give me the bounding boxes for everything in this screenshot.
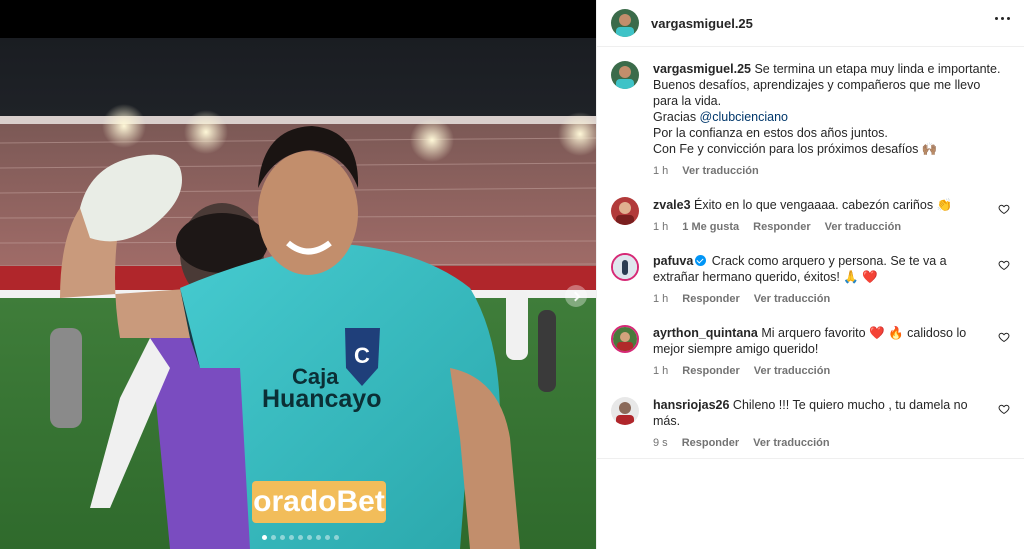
comment-time[interactable]: 1 h [653,221,668,233]
carousel-dot [316,535,321,540]
post-media: C Caja Huancayo oradoBet [0,0,596,549]
caption-username[interactable]: vargasmiguel.25 [653,62,751,76]
like-heart-icon[interactable] [998,331,1010,343]
comment-item: zvale3 Éxito en lo que vengaaaa. cabezón… [611,197,1010,233]
carousel-dot [334,535,339,540]
caption-line-3: Gracias [653,110,700,124]
comments-list: vargasmiguel.25 Se termina un etapa muy … [597,47,1024,449]
author-avatar[interactable] [611,9,639,37]
like-heart-icon[interactable] [998,259,1010,271]
verified-badge-icon [695,255,707,266]
carousel-dots [262,535,339,540]
like-heart-icon[interactable] [998,203,1010,215]
comment-item: hansriojas26 Chileno !!! Te quiero mucho… [611,397,1010,449]
translate-link[interactable]: Ver traducción [754,365,830,377]
actions-divider [597,458,1024,459]
commenter-username[interactable]: pafuva [653,254,693,268]
translate-link[interactable]: Ver traducción [825,221,901,233]
chevron-right-icon [570,291,580,301]
carousel-next-button[interactable] [565,285,587,307]
carousel-dot [298,535,303,540]
commenter-avatar[interactable] [611,325,639,353]
carousel-dot [289,535,294,540]
comment-time[interactable]: 1 h [653,293,668,305]
caption-line-4: Por la confianza en estos dos años junto… [653,126,888,140]
comment-likes[interactable]: 1 Me gusta [682,221,739,233]
svg-text:C: C [354,343,370,368]
comment-text: Éxito en lo que vengaaaa. cabezón cariño… [694,198,953,212]
author-avatar-caption[interactable] [611,61,639,89]
jersey-sponsor: Caja Huancayo [262,366,382,413]
translate-link[interactable]: Ver traducción [754,293,830,305]
carousel-dot [325,535,330,540]
comment-time[interactable]: 9 s [653,437,668,449]
carousel-dot [262,535,267,540]
caption-line-1: Se termina un etapa muy linda e importan… [754,62,1001,76]
reply-button[interactable]: Responder [682,365,739,377]
caption-text: vargasmiguel.25 Se termina un etapa muy … [653,61,1002,157]
comment-item: ayrthon_quintana Mi arquero favorito ❤️ … [611,325,1010,377]
translate-link[interactable]: Ver traducción [753,437,829,449]
post-caption: vargasmiguel.25 Se termina un etapa muy … [611,61,1010,177]
instagram-post-view: C Caja Huancayo oradoBet vargasmiguel.25 [0,0,1024,549]
carousel-dot [271,535,276,540]
caption-time[interactable]: 1 h [653,165,668,177]
post-header: vargasmiguel.25 [597,0,1024,47]
reply-button[interactable]: Responder [753,221,810,233]
post-side-panel: vargasmiguel.25 vargasmiguel.25 Se termi… [596,0,1024,549]
caption-line-2: Buenos desafíos, aprendizajes y compañer… [653,78,981,108]
commenter-username[interactable]: zvale3 [653,198,691,212]
carousel-dot [280,535,285,540]
commenter-avatar[interactable] [611,397,639,425]
carousel-dot [307,535,312,540]
commenter-username[interactable]: ayrthon_quintana [653,326,758,340]
jersey-bet-sponsor: oradoBet [252,481,386,523]
comment-time[interactable]: 1 h [653,365,668,377]
author-username[interactable]: vargasmiguel.25 [651,16,753,31]
caption-mention-link[interactable]: @clubcienciano [700,110,788,124]
caption-meta: 1 h Ver traducción [653,165,1002,177]
post-photo[interactable]: C Caja Huancayo oradoBet [0,38,596,549]
more-options-icon[interactable] [995,17,1010,20]
caption-translate-link[interactable]: Ver traducción [682,165,758,177]
commenter-username[interactable]: hansriojas26 [653,398,729,412]
reply-button[interactable]: Responder [682,293,739,305]
comment-item: pafuva Crack como arquero y persona. Se … [611,253,1010,305]
jersey-bet-text: oradoBet [253,485,385,518]
caption-line-5: Con Fe y convicción para los próximos de… [653,142,938,156]
commenter-avatar[interactable] [611,253,639,281]
like-heart-icon[interactable] [998,403,1010,415]
jersey-sponsor-line2: Huancayo [262,385,382,413]
reply-button[interactable]: Responder [682,437,739,449]
commenter-avatar[interactable] [611,197,639,225]
